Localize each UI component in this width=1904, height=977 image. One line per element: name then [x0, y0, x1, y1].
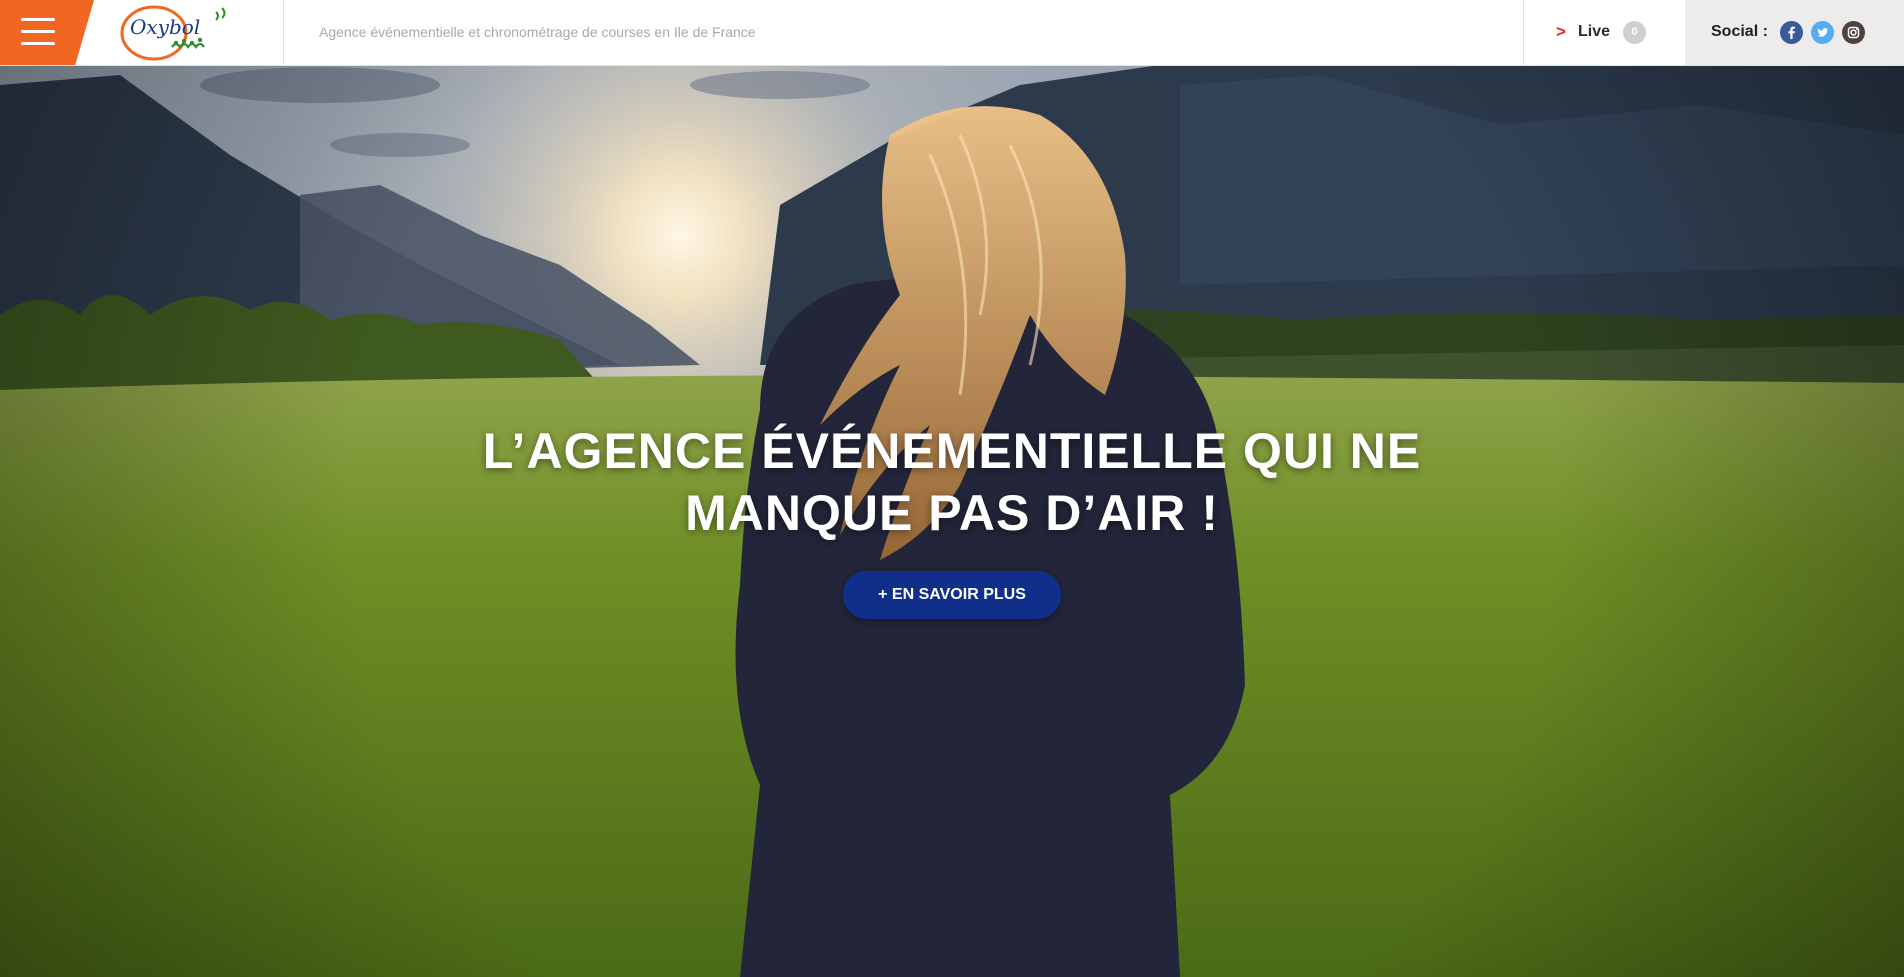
live-count-badge: 0 — [1623, 21, 1646, 44]
site-header: Oxybol Agence événementielle et chronomé… — [0, 0, 1904, 66]
chevron-right-icon: > — [1556, 22, 1566, 41]
facebook-icon[interactable] — [1780, 21, 1803, 44]
live-label: Live — [1578, 23, 1611, 40]
hero-title-line-1: L’AGENCE ÉVÉNEMENTIELLE QUI NE — [482, 423, 1422, 479]
hero-title: L’AGENCE ÉVÉNEMENTIELLE QUI NE MANQUE PA… — [352, 420, 1552, 544]
hamburger-icon — [21, 18, 55, 21]
social-bar: Social : — [1685, 0, 1904, 65]
menu-button[interactable] — [0, 0, 94, 65]
header-divider — [283, 0, 284, 65]
learn-more-button[interactable]: + EN SAVOIR PLUS — [843, 571, 1061, 619]
logo-text: Oxybol — [130, 15, 200, 39]
hero-title-line-2: MANQUE PAS D’AIR ! — [685, 485, 1219, 541]
oxybol-logo[interactable]: Oxybol — [112, 2, 242, 62]
instagram-icon[interactable] — [1842, 21, 1865, 44]
hamburger-icon-bar — [21, 42, 55, 45]
logo-graphic: Oxybol — [120, 5, 226, 61]
live-link[interactable]: > Live 0 — [1523, 0, 1685, 65]
hamburger-icon-bar — [21, 30, 55, 33]
social-label: Social : — [1711, 23, 1768, 40]
twitter-icon[interactable] — [1811, 21, 1834, 44]
site-tagline: Agence événementielle et chronométrage d… — [319, 24, 756, 40]
hero-section: L’AGENCE ÉVÉNEMENTIELLE QUI NE MANQUE PA… — [0, 65, 1904, 977]
